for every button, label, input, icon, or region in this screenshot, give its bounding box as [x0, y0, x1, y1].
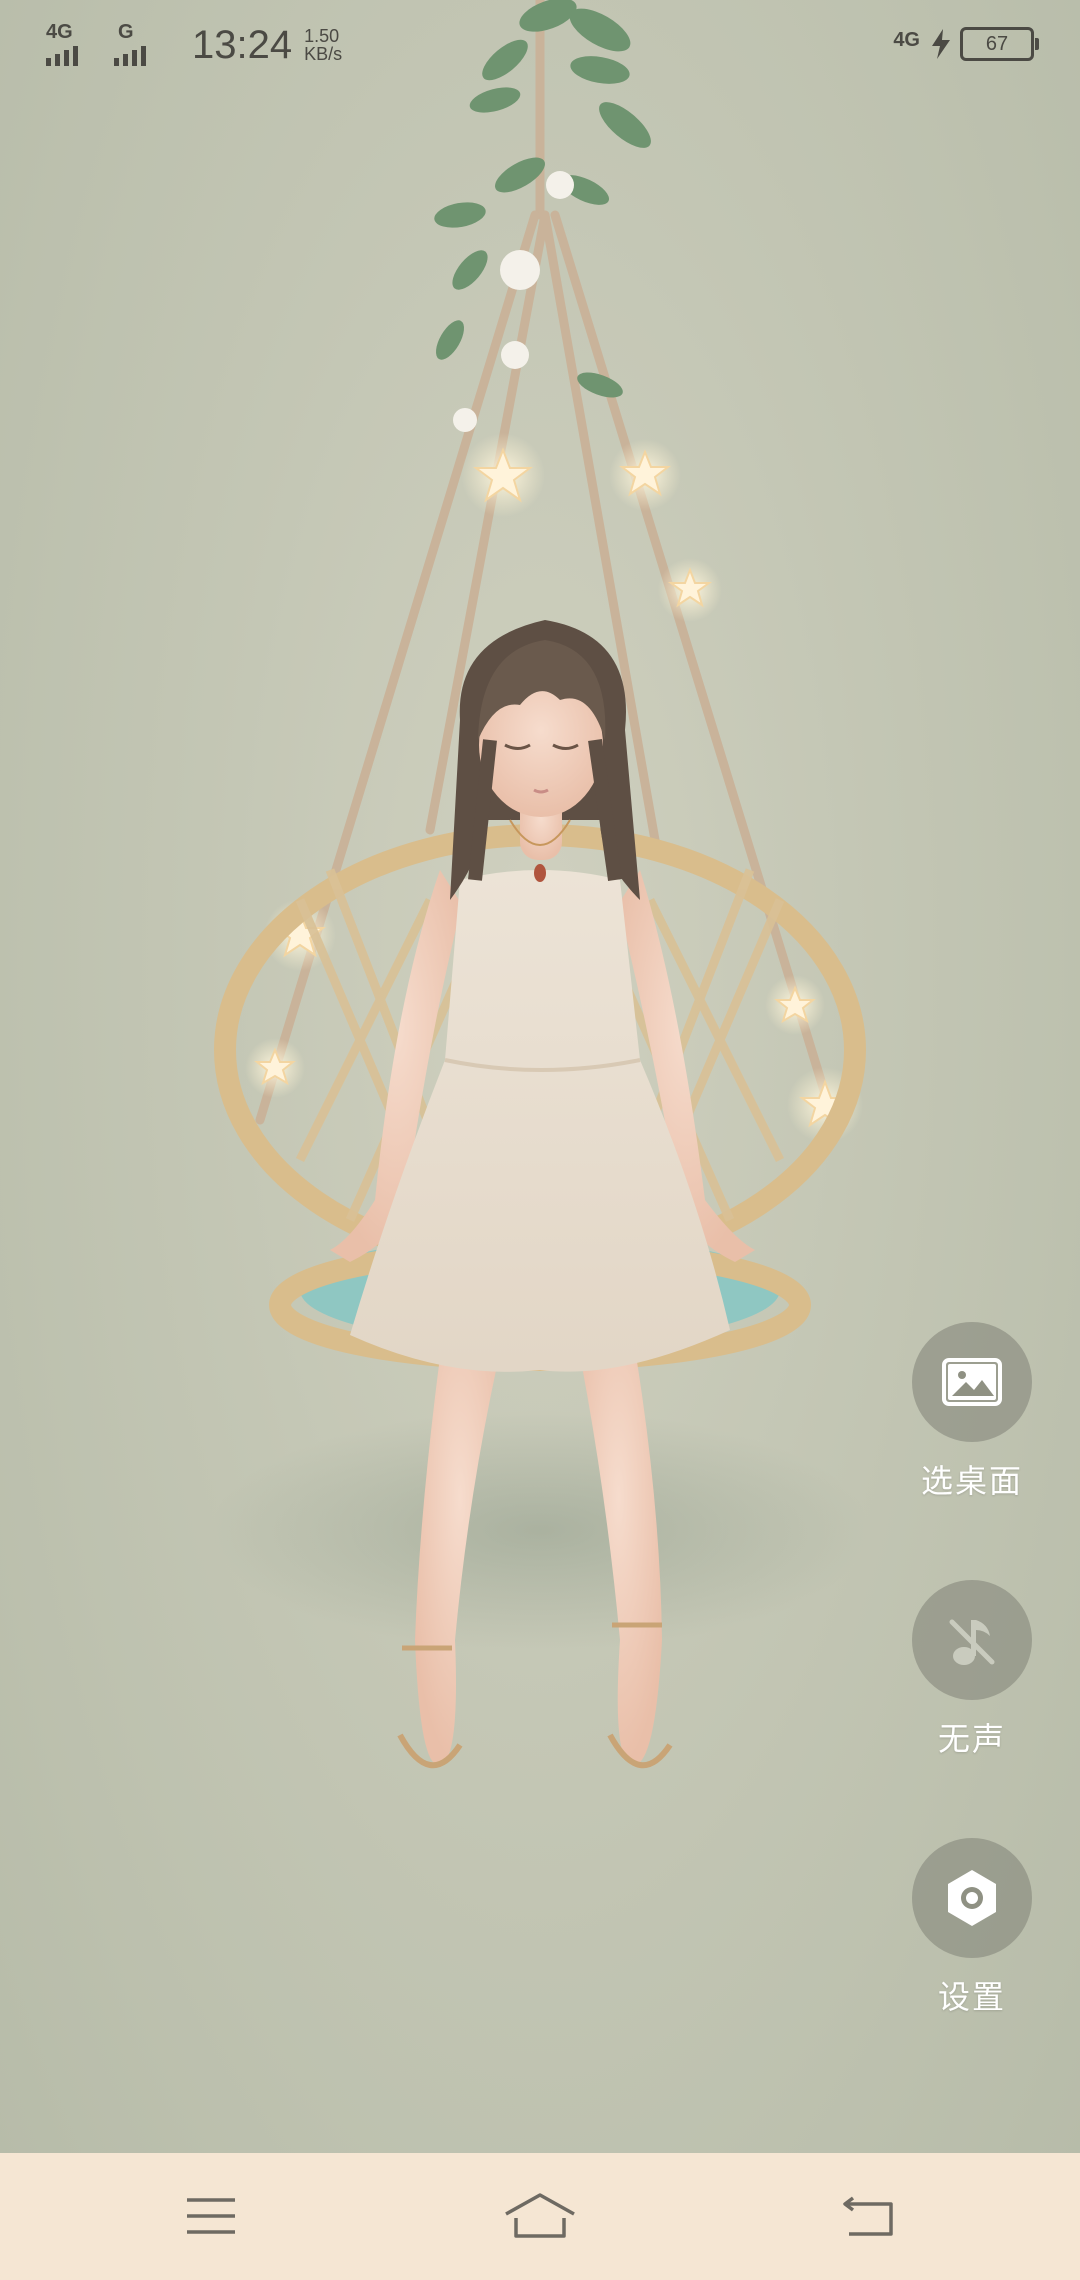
- image-icon: [942, 1358, 1002, 1406]
- music-muted-icon: [949, 1619, 995, 1665]
- mute-circle[interactable]: [912, 1580, 1032, 1700]
- signal-bars-icon: [46, 46, 78, 66]
- network-speed-unit: KB/s: [304, 44, 343, 64]
- settings-label: 设置: [937, 1979, 1006, 2015]
- menu-icon: [187, 2198, 235, 2234]
- network-type-label: G: [118, 21, 134, 43]
- back-icon: [843, 2196, 893, 2236]
- charging-icon: [932, 29, 950, 59]
- settings-button[interactable]: 设置: [900, 1838, 1044, 2018]
- home-button[interactable]: [485, 2171, 595, 2261]
- network-speed-value: 1.50: [304, 26, 340, 46]
- wallpaper-illustration: [210, 0, 870, 1769]
- data-network-indicator: 4G: [893, 28, 920, 51]
- mute-label: 无声: [937, 1721, 1006, 1757]
- status-right: 4G 67: [893, 22, 1039, 66]
- navigation-bar: [0, 2153, 1080, 2280]
- settings-hexagon-icon: [948, 1870, 996, 1926]
- settings-circle[interactable]: [912, 1838, 1032, 1958]
- choose-wallpaper-label: 选桌面: [920, 1463, 1023, 1499]
- recent-apps-button[interactable]: [156, 2171, 266, 2261]
- status-bar: 4G G 13:24 1.50 KB/s 4G 67: [0, 0, 1080, 90]
- signal-g-indicator: G: [114, 22, 176, 68]
- network-speed: 1.50 KB/s: [304, 27, 342, 63]
- clock: 13:24: [192, 23, 293, 67]
- signal-4g-indicator: 4G: [46, 22, 108, 68]
- battery-icon: 67: [960, 27, 1039, 61]
- status-left: 4G G 13:24 1.50 KB/s: [46, 20, 342, 70]
- battery-level: 67: [985, 32, 1009, 55]
- choose-wallpaper-button[interactable]: 选桌面: [900, 1322, 1044, 1502]
- choose-wallpaper-circle[interactable]: [912, 1322, 1032, 1442]
- mute-button[interactable]: 无声: [900, 1580, 1044, 1760]
- back-button[interactable]: [814, 2171, 924, 2261]
- network-type-label: 4G: [46, 21, 73, 43]
- home-icon: [505, 2193, 575, 2238]
- signal-bars-icon: [114, 46, 146, 66]
